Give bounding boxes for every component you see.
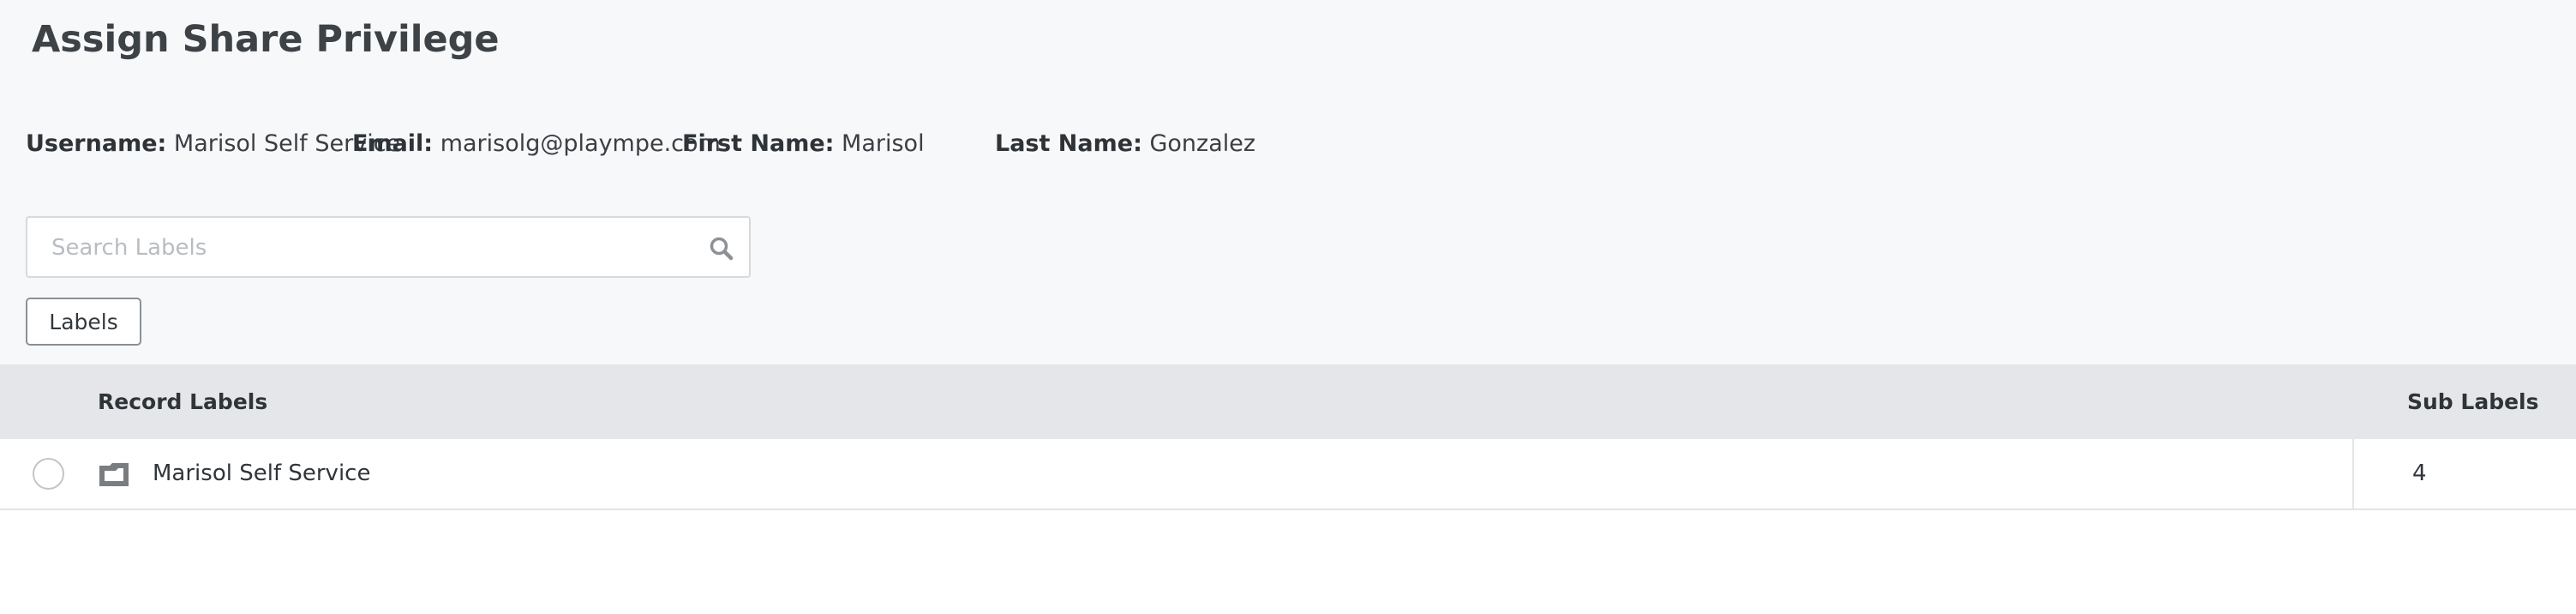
last-name-field: Last Name: Gonzalez xyxy=(995,129,1255,160)
first-name-label: First Name: xyxy=(682,130,835,157)
first-name-field: First Name: Marisol xyxy=(682,129,925,160)
folder-icon xyxy=(99,463,129,486)
row-select-radio[interactable] xyxy=(33,458,64,490)
column-divider xyxy=(2352,439,2354,509)
email-label: Email: xyxy=(352,130,434,157)
email-value: marisolg@plaympe.com xyxy=(440,130,721,157)
search-icon[interactable] xyxy=(708,235,735,262)
row-label-name[interactable]: Marisol Self Service xyxy=(153,439,370,509)
page-title: Assign Share Privilege xyxy=(32,18,500,61)
last-name-value: Gonzalez xyxy=(1149,130,1256,157)
username-label: Username: xyxy=(26,130,167,157)
last-name-label: Last Name: xyxy=(995,130,1142,157)
column-header-sub-labels[interactable]: Sub Labels xyxy=(2407,364,2539,439)
row-sub-labels-count: 4 xyxy=(2412,460,2427,486)
first-name-value: Marisol xyxy=(842,130,925,157)
column-header-record-labels[interactable]: Record Labels xyxy=(98,364,267,439)
table-header: Record Labels Sub Labels xyxy=(0,364,2576,439)
username-field: Username: Marisol Self Service xyxy=(26,129,400,160)
search-labels-box xyxy=(26,216,751,278)
email-field: Email: marisolg@plaympe.com xyxy=(352,129,721,160)
labels-filter-button[interactable]: Labels xyxy=(26,298,141,346)
search-input[interactable] xyxy=(50,218,687,278)
table-row[interactable]: Marisol Self Service 4 xyxy=(0,439,2576,510)
